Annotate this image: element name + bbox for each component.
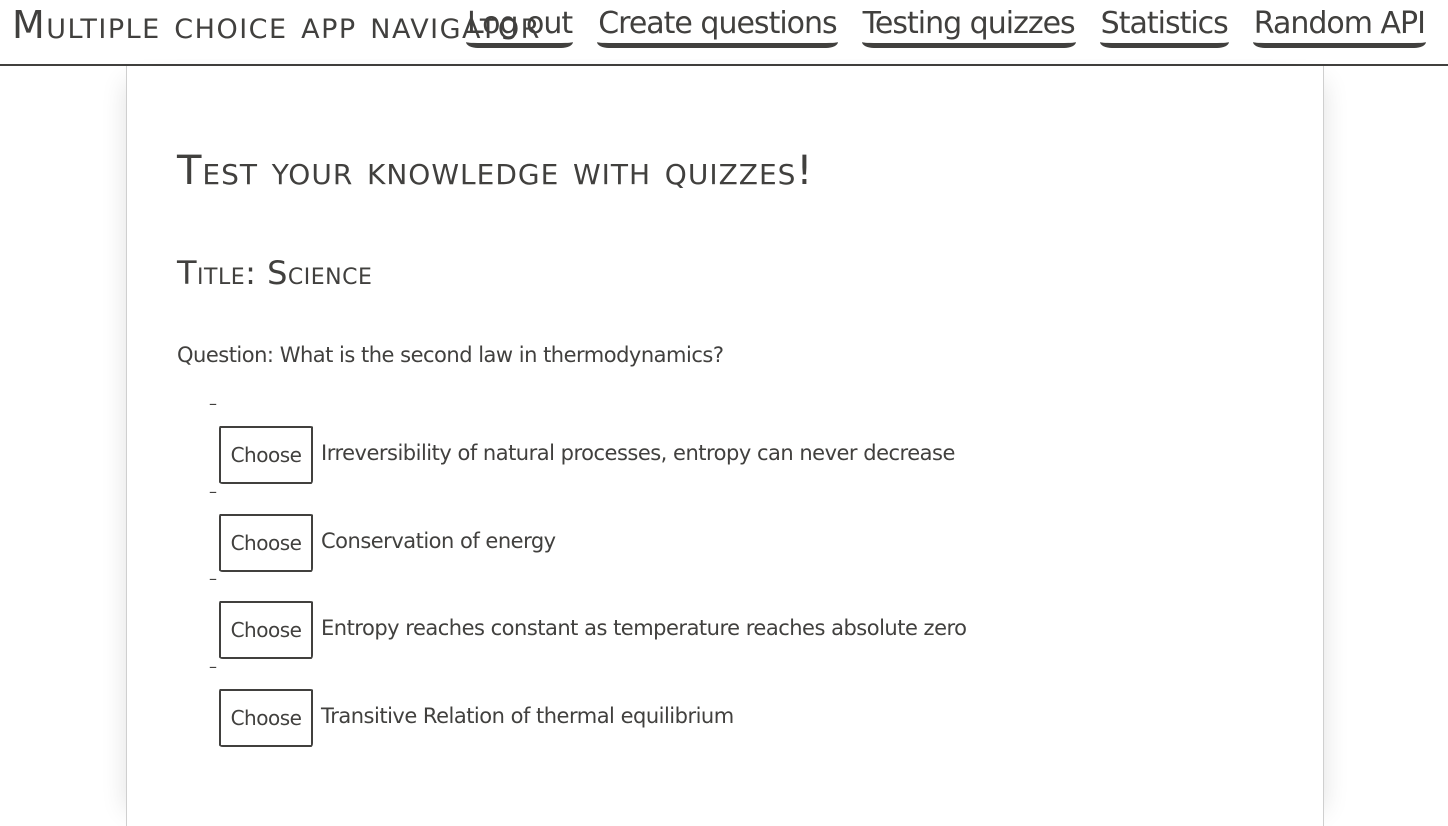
choose-button[interactable]: Choose xyxy=(219,426,313,484)
content-card: Test your knowledge with quizzes! Title:… xyxy=(126,66,1324,826)
list-marker: – xyxy=(209,656,217,676)
answer-option-text: Transitive Relation of thermal equilibri… xyxy=(321,703,734,728)
nav-link-create-questions[interactable]: Create questions xyxy=(597,8,838,48)
quiz-title: Title: Science xyxy=(177,254,372,292)
choose-button[interactable]: Choose xyxy=(219,513,313,572)
question: Question: What is the second law in ther… xyxy=(177,343,724,367)
quiz-title-value: Science xyxy=(267,254,373,292)
list-marker: – xyxy=(209,394,217,413)
answer-option-text: Irreversibility of natural processes, en… xyxy=(321,441,955,465)
choose-button[interactable]: Choose xyxy=(219,601,313,659)
nav-link-random-api[interactable]: Random API xyxy=(1252,8,1426,48)
quiz-title-prefix: Title: xyxy=(177,254,268,292)
top-navbar: Multiple choice app navigator Log out Cr… xyxy=(0,0,1448,66)
list-marker: – xyxy=(209,569,217,588)
choose-button[interactable]: Choose xyxy=(219,688,313,747)
page-title: Test your knowledge with quizzes! xyxy=(177,148,814,194)
list-marker: – xyxy=(209,481,217,501)
answer-option-text: Entropy reaches constant as temperature … xyxy=(321,616,967,640)
question-prefix: Question: xyxy=(177,343,280,367)
nav-link-testing-quizzes[interactable]: Testing quizzes xyxy=(861,8,1076,48)
nav-link-statistics[interactable]: Statistics xyxy=(1099,8,1229,48)
answer-option-text: Conservation of energy xyxy=(321,528,556,553)
app-brand-title[interactable]: Multiple choice app navigator xyxy=(12,3,541,47)
question-text: What is the second law in thermodynamics… xyxy=(279,343,724,367)
nav-links: Log out Create questions Testing quizzes… xyxy=(465,8,1426,48)
nav-link-log-out[interactable]: Log out xyxy=(465,8,573,48)
